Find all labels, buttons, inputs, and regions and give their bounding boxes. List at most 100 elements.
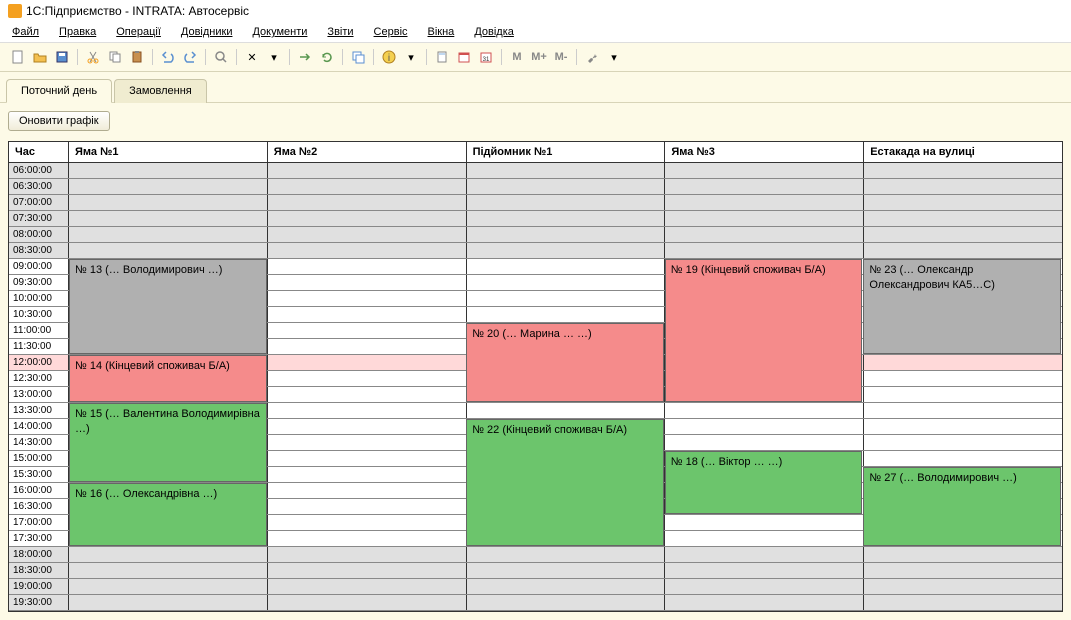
bay-cell[interactable]	[268, 515, 467, 530]
bay-cell[interactable]	[864, 595, 1062, 610]
bay-cell[interactable]	[467, 195, 666, 210]
bay-cell[interactable]	[864, 371, 1062, 386]
bay-cell[interactable]	[268, 403, 467, 418]
bay-cell[interactable]	[467, 547, 666, 562]
bay-cell[interactable]	[268, 355, 467, 370]
open-icon[interactable]	[30, 47, 50, 67]
bay-cell[interactable]	[665, 419, 864, 434]
appointment[interactable]: № 14 (Кінцевий споживач Б/А)	[69, 355, 267, 402]
bay-cell[interactable]	[467, 179, 666, 194]
tab-current-day[interactable]: Поточний день	[6, 79, 112, 103]
calendar-icon[interactable]	[454, 47, 474, 67]
bay-cell[interactable]	[864, 211, 1062, 226]
refresh-schedule-button[interactable]: Оновити графік	[8, 111, 110, 131]
paste-icon[interactable]	[127, 47, 147, 67]
calc-icon[interactable]	[432, 47, 452, 67]
bay-cell[interactable]	[268, 275, 467, 290]
appointment[interactable]: № 16 (… Олександрівна …)	[69, 483, 267, 546]
bay-cell[interactable]	[665, 403, 864, 418]
bay-cell[interactable]	[268, 563, 467, 578]
bay-cell[interactable]	[467, 243, 666, 258]
undo-icon[interactable]	[158, 47, 178, 67]
bay-cell[interactable]	[864, 435, 1062, 450]
appointment[interactable]: № 27 (… Володимирович …)	[863, 467, 1061, 546]
bay-cell[interactable]	[467, 563, 666, 578]
bay-cell[interactable]	[69, 579, 268, 594]
appointment[interactable]: № 20 (… Марина … …)	[466, 323, 664, 402]
bay-cell[interactable]	[467, 307, 666, 322]
windows-icon[interactable]	[348, 47, 368, 67]
bay-cell[interactable]	[864, 179, 1062, 194]
bay-cell[interactable]	[467, 227, 666, 242]
tab-orders[interactable]: Замовлення	[114, 79, 207, 103]
bay-cell[interactable]	[665, 163, 864, 178]
bay-cell[interactable]	[268, 227, 467, 242]
menu-reports[interactable]: Звіти	[323, 24, 357, 40]
chevron-down-icon[interactable]: ▾	[604, 47, 624, 67]
bay-cell[interactable]	[665, 211, 864, 226]
appointment[interactable]: № 18 (… Віктор … …)	[665, 451, 863, 514]
m-plus-btn[interactable]: M+	[529, 47, 549, 67]
search-icon[interactable]	[211, 47, 231, 67]
bay-cell[interactable]	[665, 547, 864, 562]
bay-cell[interactable]	[268, 595, 467, 610]
bay-cell[interactable]	[69, 179, 268, 194]
bay-cell[interactable]	[467, 595, 666, 610]
bay-cell[interactable]	[665, 563, 864, 578]
appointment[interactable]: № 15 (… Валентина Володимирівна …)	[69, 403, 267, 482]
bay-cell[interactable]	[268, 211, 467, 226]
appointment[interactable]: № 13 (… Володимирович …)	[69, 259, 267, 354]
bay-cell[interactable]	[268, 467, 467, 482]
refresh-icon[interactable]	[317, 47, 337, 67]
appointment[interactable]: № 19 (Кінцевий споживач Б/А)	[665, 259, 863, 402]
bay-cell[interactable]	[665, 243, 864, 258]
bay-cell[interactable]	[864, 355, 1062, 370]
bay-cell[interactable]	[69, 595, 268, 610]
bay-cell[interactable]	[69, 243, 268, 258]
copy-icon[interactable]	[105, 47, 125, 67]
bay-cell[interactable]	[864, 451, 1062, 466]
bay-cell[interactable]	[864, 563, 1062, 578]
bay-cell[interactable]	[467, 579, 666, 594]
bay-cell[interactable]	[665, 179, 864, 194]
bay-cell[interactable]	[69, 195, 268, 210]
bay-cell[interactable]	[268, 419, 467, 434]
m-btn[interactable]: M	[507, 47, 527, 67]
menu-operations[interactable]: Операції	[112, 24, 165, 40]
bay-cell[interactable]	[268, 163, 467, 178]
appointment[interactable]: № 22 (Кінцевий споживач Б/А)	[466, 419, 664, 546]
wrench-icon[interactable]	[582, 47, 602, 67]
bay-cell[interactable]	[467, 211, 666, 226]
menu-service[interactable]: Сервіс	[370, 24, 412, 40]
bay-cell[interactable]	[268, 499, 467, 514]
bay-cell[interactable]	[665, 595, 864, 610]
m-minus-btn[interactable]: M-	[551, 47, 571, 67]
bay-cell[interactable]	[268, 483, 467, 498]
bay-cell[interactable]	[69, 163, 268, 178]
bay-cell[interactable]	[864, 387, 1062, 402]
menu-edit[interactable]: Правка	[55, 24, 100, 40]
bay-cell[interactable]	[69, 547, 268, 562]
bay-cell[interactable]	[268, 451, 467, 466]
close-x-icon[interactable]: ✕	[242, 47, 262, 67]
calendar-31-icon[interactable]: 31	[476, 47, 496, 67]
new-doc-icon[interactable]	[8, 47, 28, 67]
bay-cell[interactable]	[69, 563, 268, 578]
save-icon[interactable]	[52, 47, 72, 67]
forward-icon[interactable]	[295, 47, 315, 67]
menu-windows[interactable]: Вікна	[424, 24, 459, 40]
bay-cell[interactable]	[864, 547, 1062, 562]
bay-cell[interactable]	[268, 547, 467, 562]
bay-cell[interactable]	[665, 435, 864, 450]
appointment[interactable]: № 23 (… Олександр Олександрович КА5…С)	[863, 259, 1061, 354]
bay-cell[interactable]	[864, 579, 1062, 594]
bay-cell[interactable]	[665, 195, 864, 210]
bay-cell[interactable]	[467, 275, 666, 290]
bay-cell[interactable]	[268, 243, 467, 258]
menu-help[interactable]: Довідка	[470, 24, 518, 40]
bay-cell[interactable]	[665, 579, 864, 594]
bay-cell[interactable]	[268, 531, 467, 546]
bay-cell[interactable]	[268, 323, 467, 338]
bay-cell[interactable]	[864, 243, 1062, 258]
bay-cell[interactable]	[268, 291, 467, 306]
